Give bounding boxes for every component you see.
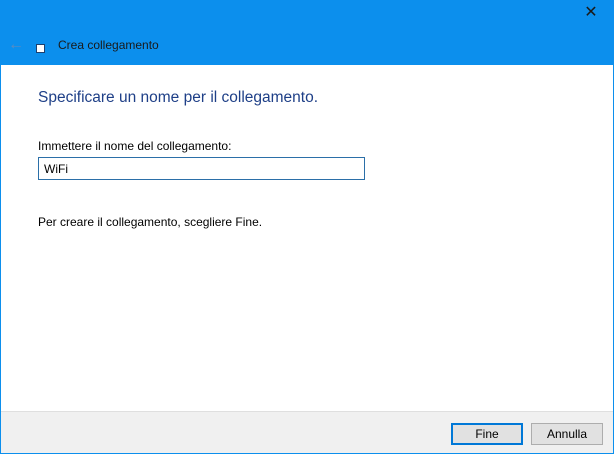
close-button[interactable]: ✕ (568, 0, 614, 30)
window-title: Crea collegamento (58, 38, 159, 52)
page-heading: Specificare un nome per il collegamento. (38, 89, 319, 106)
cancel-button[interactable]: Annulla (531, 423, 603, 445)
name-label: Immettere il nome del collegamento: (38, 139, 232, 153)
shortcut-icon (36, 44, 45, 53)
shortcut-name-input[interactable]: WiFi (38, 157, 365, 180)
back-arrow-icon[interactable]: ← (8, 36, 24, 54)
finish-hint: Per creare il collegamento, scegliere Fi… (38, 215, 263, 229)
wizard-content: Specificare un nome per il collegamento.… (1, 65, 613, 411)
title-bar: ✕ ← Crea collegamento (0, 0, 614, 65)
finish-button[interactable]: Fine (451, 423, 523, 445)
close-icon: ✕ (584, 4, 598, 21)
button-bar: Fine Annulla (1, 411, 613, 453)
